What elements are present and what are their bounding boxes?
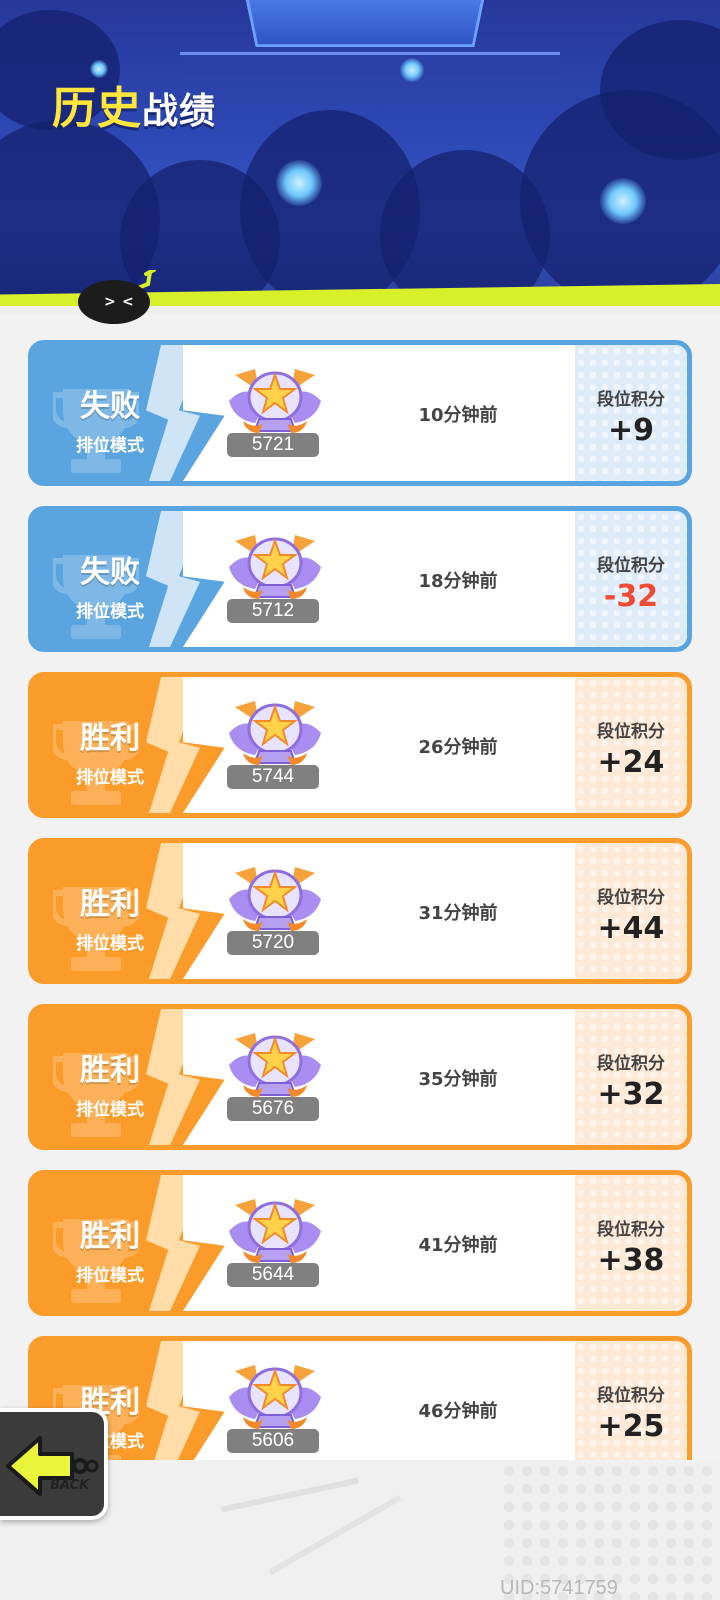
- points-label: 段位积分: [597, 722, 665, 742]
- points-delta: +44: [597, 911, 665, 946]
- rank-badge-icon: [229, 1357, 321, 1435]
- rank-score: 5676: [227, 1097, 319, 1121]
- points-delta: -32: [603, 579, 659, 614]
- points-panel: 段位积分 +24: [575, 677, 687, 813]
- match-history-list[interactable]: 失败 排位模式 5721 10分钟前 段位积分 +9 失败 排位模式 5712 18分钟前 段位积分…: [28, 340, 692, 1460]
- uid-label: UID:5741759: [500, 1577, 618, 1599]
- rank-score: 5606: [227, 1429, 319, 1453]
- match-mode: 排位模式: [76, 436, 144, 456]
- points-delta: +32: [597, 1077, 665, 1112]
- match-time: 41分钟前: [418, 1235, 498, 1256]
- match-card[interactable]: 胜利 排位模式 5676 35分钟前 段位积分 +32: [28, 1004, 692, 1150]
- match-card[interactable]: 胜利 排位模式 5644 41分钟前 段位积分 +38: [28, 1170, 692, 1316]
- rank-score: 5720: [227, 931, 319, 955]
- points-delta: +24: [597, 745, 665, 780]
- match-card[interactable]: 胜利 排位模式 5744 26分钟前 段位积分 +24: [28, 672, 692, 818]
- match-time: 46分钟前: [418, 1401, 498, 1422]
- match-mode: 排位模式: [76, 1266, 144, 1286]
- rank-score: 5744: [227, 765, 319, 789]
- rank-badge-icon: [229, 1191, 321, 1269]
- points-panel: 段位积分 -32: [575, 511, 687, 647]
- back-button[interactable]: BACK: [0, 1408, 108, 1520]
- match-card[interactable]: 胜利 排位模式 5720 31分钟前 段位积分 +44: [28, 838, 692, 984]
- match-card[interactable]: 失败 排位模式 5712 18分钟前 段位积分 -32: [28, 506, 692, 652]
- mascot-icon: > <: [78, 270, 156, 324]
- rank-badge-icon: [229, 527, 321, 605]
- rank-score: 5721: [227, 433, 319, 457]
- match-time: 10分钟前: [418, 405, 498, 426]
- match-time: 35分钟前: [418, 1069, 498, 1090]
- match-time: 26分钟前: [418, 737, 498, 758]
- match-time: 18分钟前: [418, 571, 498, 592]
- rank-badge-icon: [229, 859, 321, 937]
- points-label: 段位积分: [597, 1220, 665, 1240]
- stage-deck: [180, 52, 560, 74]
- points-delta: +25: [597, 1409, 665, 1444]
- points-panel: 段位积分 +44: [575, 843, 687, 979]
- match-mode: 排位模式: [76, 602, 144, 622]
- rank-badge-icon: [229, 361, 321, 439]
- points-delta: +9: [607, 413, 654, 448]
- points-label: 段位积分: [597, 556, 665, 576]
- svg-text:>: >: [104, 294, 116, 310]
- match-mode: 排位模式: [76, 934, 144, 954]
- page-title: 历史战绩: [52, 72, 216, 136]
- points-delta: +38: [597, 1243, 665, 1278]
- points-label: 段位积分: [597, 888, 665, 908]
- points-panel: 段位积分 +32: [575, 1009, 687, 1145]
- points-label: 段位积分: [597, 1054, 665, 1074]
- header-banner: 历史战绩: [0, 0, 720, 300]
- rank-badge-icon: [229, 1025, 321, 1103]
- match-time: 31分钟前: [418, 903, 498, 924]
- rank-score: 5644: [227, 1263, 319, 1287]
- rank-score: 5712: [227, 599, 319, 623]
- page-title-part1: 历史: [52, 83, 142, 134]
- back-label: BACK: [50, 1478, 90, 1493]
- match-card[interactable]: 胜利 排位模式 5606 46分钟前 段位积分 +25: [28, 1336, 692, 1460]
- points-panel: 段位积分 +38: [575, 1175, 687, 1311]
- back-arrow-icon: [6, 1436, 99, 1496]
- points-label: 段位积分: [597, 1386, 665, 1406]
- match-card[interactable]: 失败 排位模式 5721 10分钟前 段位积分 +9: [28, 340, 692, 486]
- points-panel: 段位积分 +25: [575, 1341, 687, 1460]
- rank-badge-icon: [229, 693, 321, 771]
- points-panel: 段位积分 +9: [575, 345, 687, 481]
- page-title-part2: 战绩: [142, 91, 217, 132]
- match-mode: 排位模式: [76, 768, 144, 788]
- match-mode: 排位模式: [76, 1100, 144, 1120]
- points-label: 段位积分: [597, 390, 665, 410]
- svg-text:<: <: [122, 294, 134, 310]
- stage-screen: [243, 0, 487, 47]
